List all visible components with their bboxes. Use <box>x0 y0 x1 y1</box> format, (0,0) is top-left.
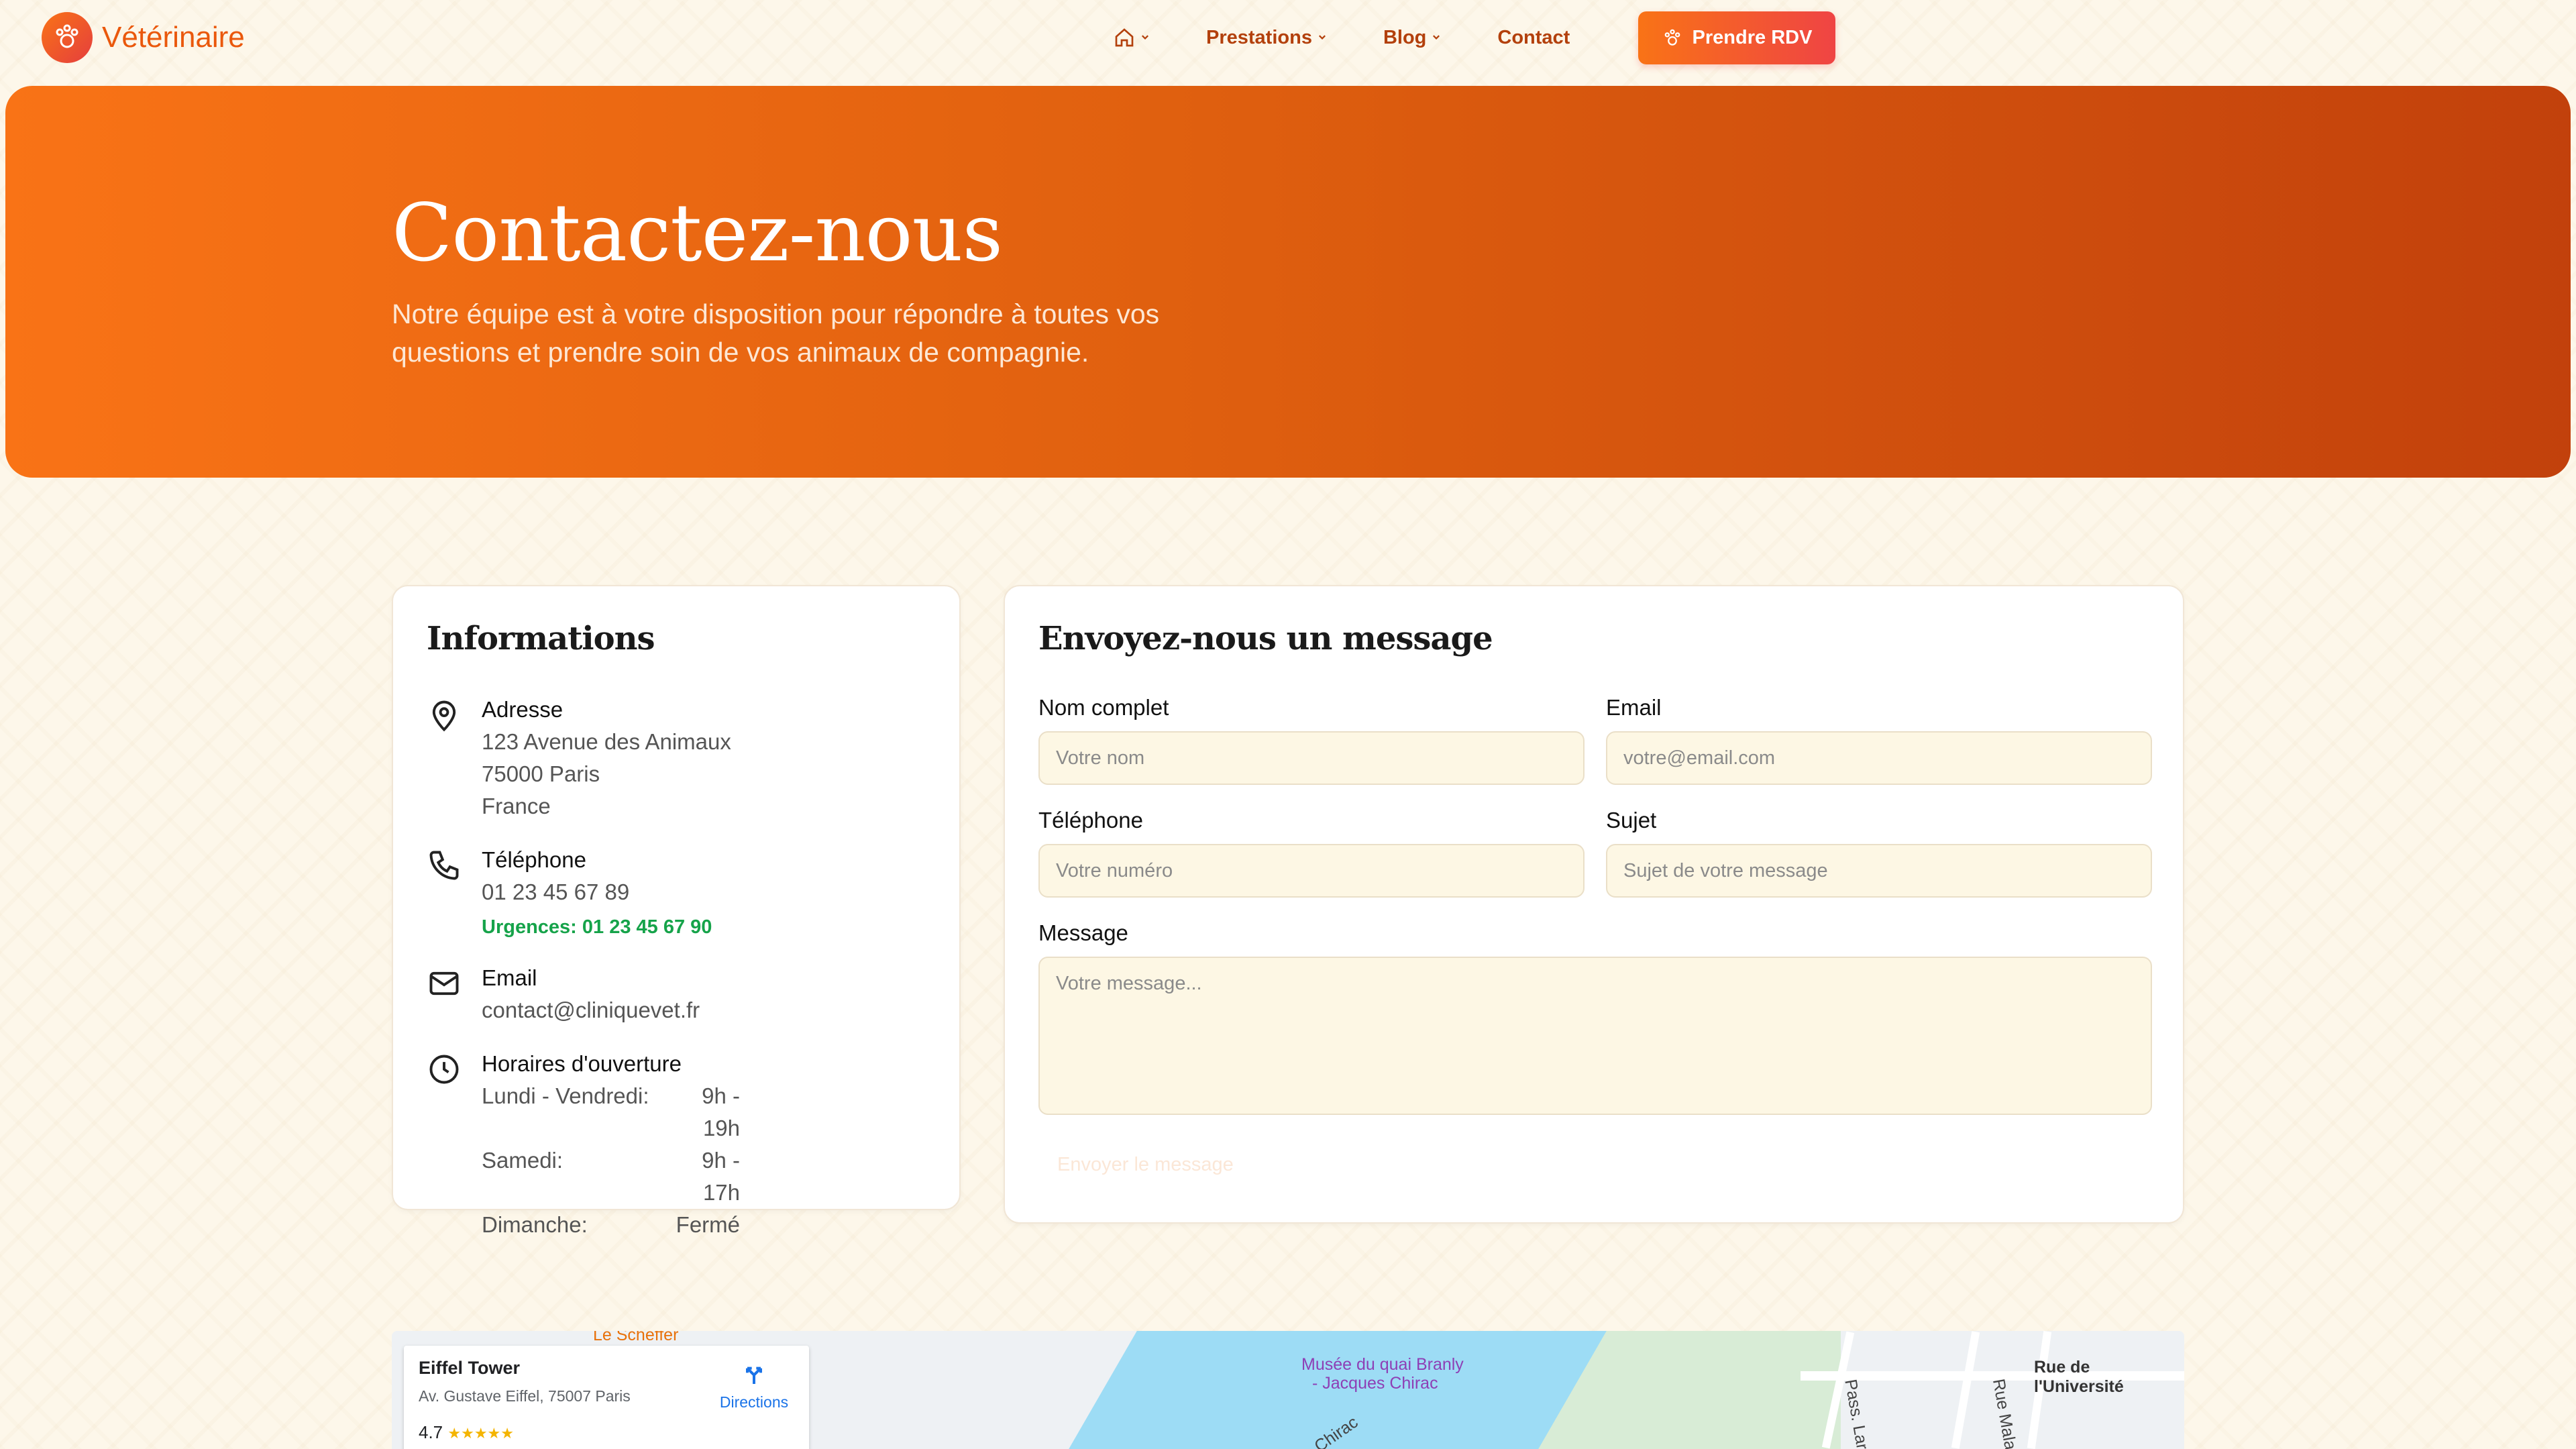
place-rating: 4.7 ★★★★★ <box>419 1422 514 1443</box>
hero-subtitle-line: Notre équipe est à votre disposition pou… <box>392 299 1160 329</box>
star-icon: ★★★★★ <box>447 1425 515 1442</box>
chevron-down-icon <box>1142 35 1148 40</box>
name-input[interactable]: Votre nom <box>1038 731 1585 785</box>
phone-icon <box>429 851 459 880</box>
map-street-label: Rue de l'Université <box>2034 1358 2124 1396</box>
email-label: Email <box>482 965 537 990</box>
mail-icon <box>429 971 459 996</box>
hours-day: Samedi: <box>482 1148 564 1173</box>
hours-table: Lundi - Vendredi: 9h - 19h Samedi: 9h - … <box>482 1080 740 1241</box>
brand-logo[interactable]: Vétérinaire <box>42 12 245 63</box>
paw-icon <box>1664 29 1680 46</box>
map-street-label: Pass. Lar <box>1841 1377 1872 1449</box>
name-label: Nom complet <box>1038 695 1169 720</box>
nav-item-home[interactable] <box>1114 27 1150 48</box>
address-label: Adresse <box>482 697 564 722</box>
place-name[interactable]: Eiffel Tower <box>419 1358 520 1379</box>
place-address: Av. Gustave Eiffel, 75007 Paris <box>419 1387 631 1405</box>
message-textarea[interactable]: Votre message... <box>1038 957 2152 1115</box>
map-pin-icon <box>432 700 456 732</box>
email-text: Email contact@cliniquevet.fr <box>482 962 700 1026</box>
map-road <box>1951 1331 1980 1449</box>
hours-time: 9h - 19h <box>702 1083 740 1140</box>
hero-subtitle: Notre équipe est à votre disposition pou… <box>392 295 1318 372</box>
nav-links: Prestations Blog Contact <box>1114 11 1626 64</box>
home-icon <box>1115 28 1134 47</box>
emergency-phone[interactable]: Urgences: 01 23 45 67 90 <box>482 911 712 943</box>
phone-input[interactable]: Votre numéro <box>1038 844 1585 898</box>
nav-item-contact[interactable]: Contact <box>1497 27 1570 49</box>
map-poi-label: Le Scheffer <box>593 1331 679 1344</box>
rating-value: 4.7 <box>419 1422 443 1442</box>
hours-time: Fermé <box>676 1212 740 1237</box>
nav-item-blog[interactable]: Blog <box>1383 27 1441 49</box>
address-line: France <box>482 794 551 818</box>
top-nav: Vétérinaire Prestations Blog Contact Pre… <box>0 0 2576 75</box>
hours-day: Dimanche: <box>482 1212 588 1237</box>
nav-item-label: Blog <box>1383 26 1427 48</box>
nav-item-label: Contact <box>1497 26 1570 48</box>
embedded-map[interactable]: Le Scheffer Musée du quai Branly - Jacqu… <box>392 1331 2184 1449</box>
hero-subtitle-line: questions et prendre soin de vos animaux… <box>392 337 1089 368</box>
contact-form-card: Envoyez-nous un message Nom complet Votr… <box>1004 585 2184 1224</box>
address-text: Adresse 123 Avenue des Animaux 75000 Par… <box>482 694 731 822</box>
hours-time: 9h - 17h <box>702 1148 740 1205</box>
phone-label: Téléphone <box>1038 808 1143 833</box>
directions-button[interactable]: Directions <box>714 1360 794 1411</box>
brand-name: Vétérinaire <box>102 21 245 54</box>
email-block: Email contact@cliniquevet.fr <box>427 962 700 1026</box>
hours-label: Horaires d'ouverture <box>482 1051 682 1076</box>
nav-item-prestations[interactable]: Prestations <box>1206 27 1327 49</box>
message-label: Message <box>1038 920 1128 945</box>
map-street-label: Rue Mala <box>1988 1377 2021 1449</box>
hero-banner: Contactez-nous Notre équipe est à votre … <box>5 86 2571 478</box>
phone-label: Téléphone <box>482 847 586 872</box>
email-address[interactable]: contact@cliniquevet.fr <box>482 994 700 1026</box>
paw-logo-icon <box>42 12 93 63</box>
map-poi-label: - Jacques Chirac <box>1312 1374 1438 1393</box>
clock-icon <box>429 1055 459 1084</box>
nav-item-label: Prestations <box>1206 26 1312 48</box>
address-block: Adresse 123 Avenue des Animaux 75000 Par… <box>427 694 731 822</box>
phone-text: Téléphone 01 23 45 67 89 Urgences: 01 23… <box>482 844 712 943</box>
address-line: 75000 Paris <box>482 761 600 786</box>
directions-icon <box>746 1366 762 1384</box>
submit-button[interactable]: Envoyer le message <box>1057 1154 1234 1176</box>
page-title: Contactez-nous <box>392 186 1003 279</box>
book-appointment-label: Prendre RDV <box>1692 27 1813 48</box>
phone-block: Téléphone 01 23 45 67 89 Urgences: 01 23… <box>427 844 712 943</box>
info-card-title: Informations <box>427 620 655 657</box>
form-title: Envoyez-nous un message <box>1038 620 1493 657</box>
email-input[interactable]: votre@email.com <box>1606 731 2152 785</box>
subject-label: Sujet <box>1606 808 1657 833</box>
hours-block: Horaires d'ouverture Lundi - Vendredi: 9… <box>427 1048 740 1241</box>
chevron-down-icon <box>1318 35 1326 40</box>
chevron-down-icon <box>1433 35 1440 40</box>
subject-input[interactable]: Sujet de votre message <box>1606 844 2152 898</box>
email-label: Email <box>1606 695 1662 720</box>
phone-number[interactable]: 01 23 45 67 89 <box>482 876 712 908</box>
hours-text: Horaires d'ouverture Lundi - Vendredi: 9… <box>482 1048 740 1241</box>
directions-label: Directions <box>719 1393 789 1411</box>
address-line: 123 Avenue des Animaux <box>482 729 731 754</box>
map-place-card: Eiffel Tower Av. Gustave Eiffel, 75007 P… <box>404 1346 809 1449</box>
info-card: Informations Adresse 123 Avenue des Anim… <box>392 585 961 1237</box>
map-poi-label: Musée du quai Branly <box>1301 1355 1464 1374</box>
hours-day: Lundi - Vendredi: <box>482 1083 649 1108</box>
book-appointment-button[interactable]: Prendre RDV <box>1638 11 1835 64</box>
